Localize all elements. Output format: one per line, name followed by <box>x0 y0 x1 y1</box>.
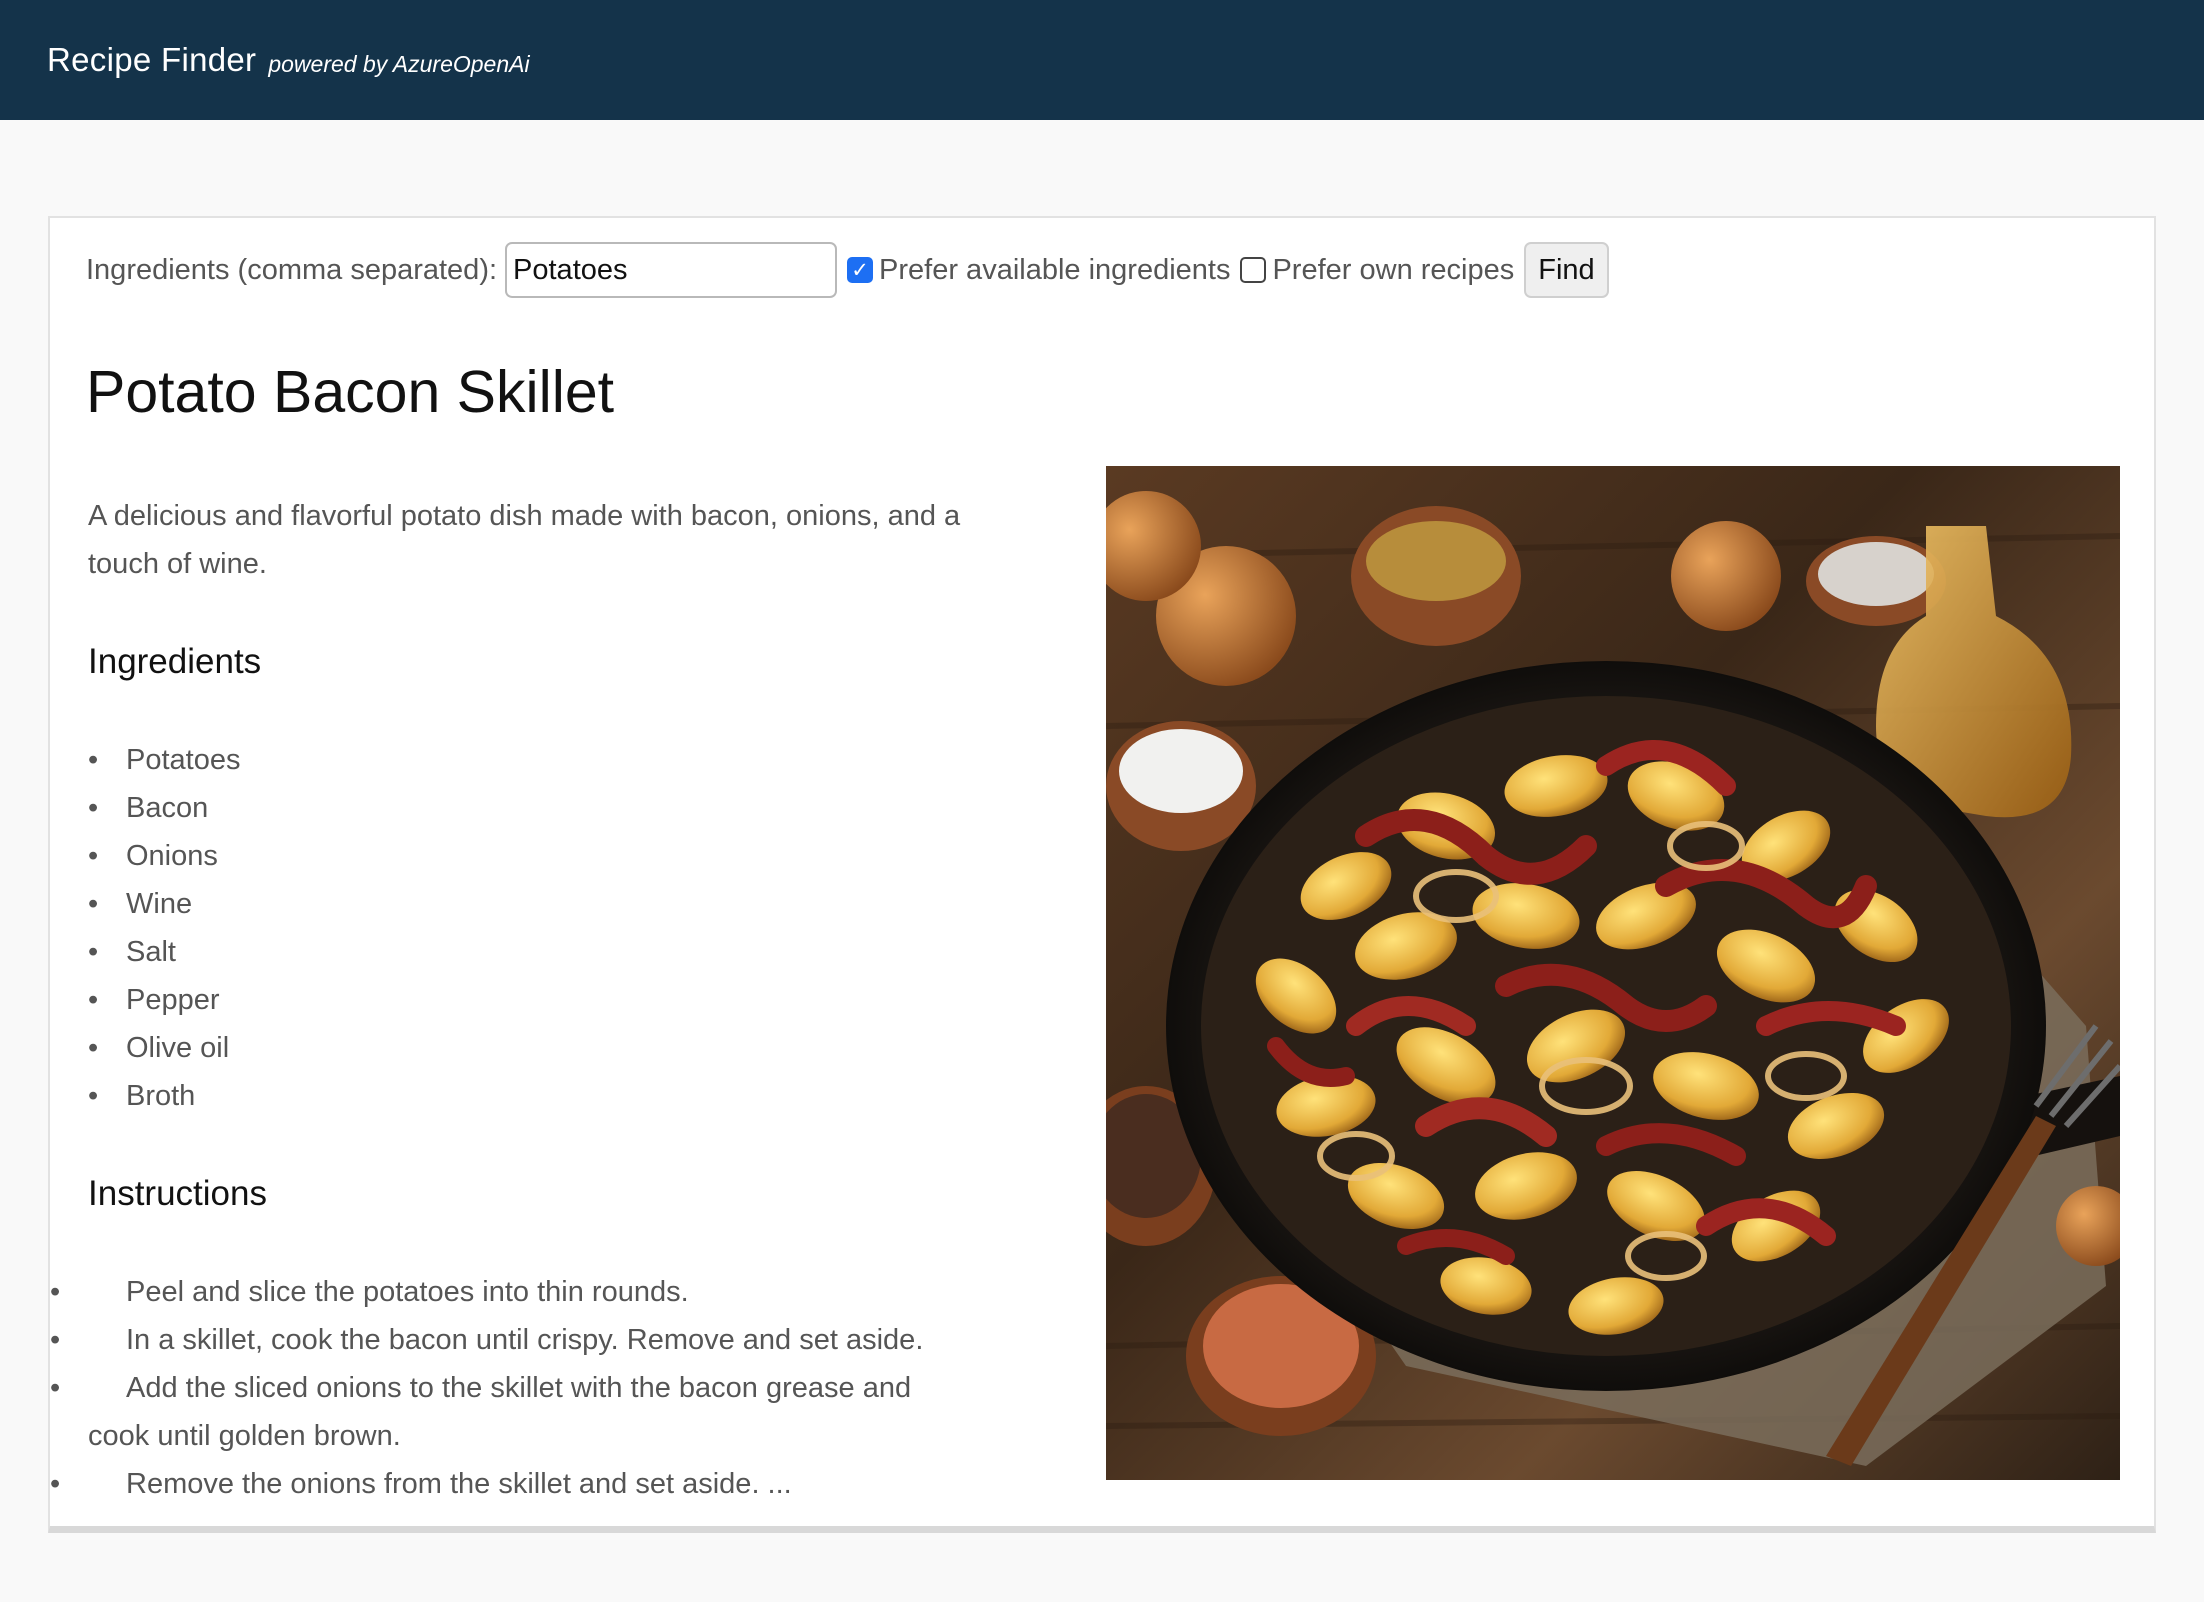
ingredients-input[interactable] <box>505 242 838 298</box>
bullet-icon: • <box>50 1372 61 1404</box>
recipe-photo-illustration <box>1106 491 2120 1466</box>
search-form: Ingredients (comma separated): ✓ Prefer … <box>86 242 1609 298</box>
ingredient-text: Wine <box>126 888 193 920</box>
bullet-icon: • <box>88 744 99 776</box>
ingredients-list: • Potatoes • Bacon • Onions • Wine • Salt • Pe… <box>88 736 968 1120</box>
recipe-title: Potato Bacon Skillet <box>86 359 615 425</box>
ingredients-label: Ingredients (comma separated): <box>86 253 498 286</box>
instruction-item: • Add the sliced onions to the skillet wi… <box>50 1364 968 1460</box>
bullet-icon: • <box>88 840 99 872</box>
app-brand[interactable]: Recipe Finder <box>47 41 256 79</box>
instruction-text: In a skillet, cook the bacon until crisp… <box>126 1324 924 1356</box>
instructions-list: • Peel and slice the potatoes into thin r… <box>50 1268 968 1508</box>
ingredient-text: Broth <box>126 1080 196 1112</box>
ingredients-heading: Ingredients <box>88 642 262 681</box>
find-button[interactable]: Find <box>1524 242 1609 298</box>
instruction-text: Peel and slice the potatoes into thin ro… <box>126 1276 689 1308</box>
instruction-item: • Peel and slice the potatoes into thin r… <box>50 1268 968 1316</box>
ingredient-item: • Onions <box>88 832 968 880</box>
ingredient-text: Onions <box>126 840 218 872</box>
instruction-item: • Remove the onions from the skillet and … <box>50 1460 968 1508</box>
bullet-icon: • <box>88 888 99 920</box>
bullet-icon: • <box>88 984 99 1016</box>
bullet-icon: • <box>88 1080 99 1112</box>
recipe-description: A delicious and flavorful potato dish ma… <box>88 500 961 580</box>
bullet-icon: • <box>50 1468 61 1500</box>
ingredient-item: • Bacon <box>88 784 968 832</box>
ingredient-item: • Broth <box>88 1072 968 1120</box>
bullet-icon: • <box>50 1276 61 1308</box>
ingredient-text: Potatoes <box>126 744 241 776</box>
recipe-card: Ingredients (comma separated): ✓ Prefer … <box>48 216 2156 1533</box>
ingredient-item: • Olive oil <box>88 1024 968 1072</box>
prefer-available-label[interactable]: Prefer available ingredients <box>879 254 1230 287</box>
app-tagline: powered by AzureOpenAi <box>268 50 530 77</box>
ingredient-text: Pepper <box>126 984 220 1016</box>
ingredient-text: Salt <box>126 936 176 968</box>
instruction-text: Remove the onions from the skillet and s… <box>126 1468 792 1500</box>
bullet-icon: • <box>88 792 99 824</box>
prefer-own-checkbox[interactable] <box>1240 257 1267 283</box>
prefer-own-label[interactable]: Prefer own recipes <box>1272 254 1514 287</box>
instruction-text: Add the sliced onions to the skillet wit… <box>88 1372 912 1452</box>
instruction-item: • In a skillet, cook the bacon until cris… <box>50 1316 968 1364</box>
bullet-icon: • <box>50 1324 61 1356</box>
ingredient-item: • Wine <box>88 880 968 928</box>
ingredient-item: • Potatoes <box>88 736 968 784</box>
recipe-details: A delicious and flavorful potato dish ma… <box>50 492 968 1508</box>
ingredient-item: • Pepper <box>88 976 968 1024</box>
ingredient-text: Bacon <box>126 792 209 824</box>
top-bar: Recipe Finder powered by AzureOpenAi <box>0 0 2204 120</box>
recipe-photo <box>1106 466 2120 1480</box>
ingredient-item: • Salt <box>88 928 968 976</box>
bullet-icon: • <box>88 1032 99 1064</box>
instructions-heading: Instructions <box>88 1174 267 1213</box>
ingredient-text: Olive oil <box>126 1032 230 1064</box>
prefer-available-checkbox[interactable]: ✓ <box>847 257 874 283</box>
bullet-icon: • <box>88 936 99 968</box>
